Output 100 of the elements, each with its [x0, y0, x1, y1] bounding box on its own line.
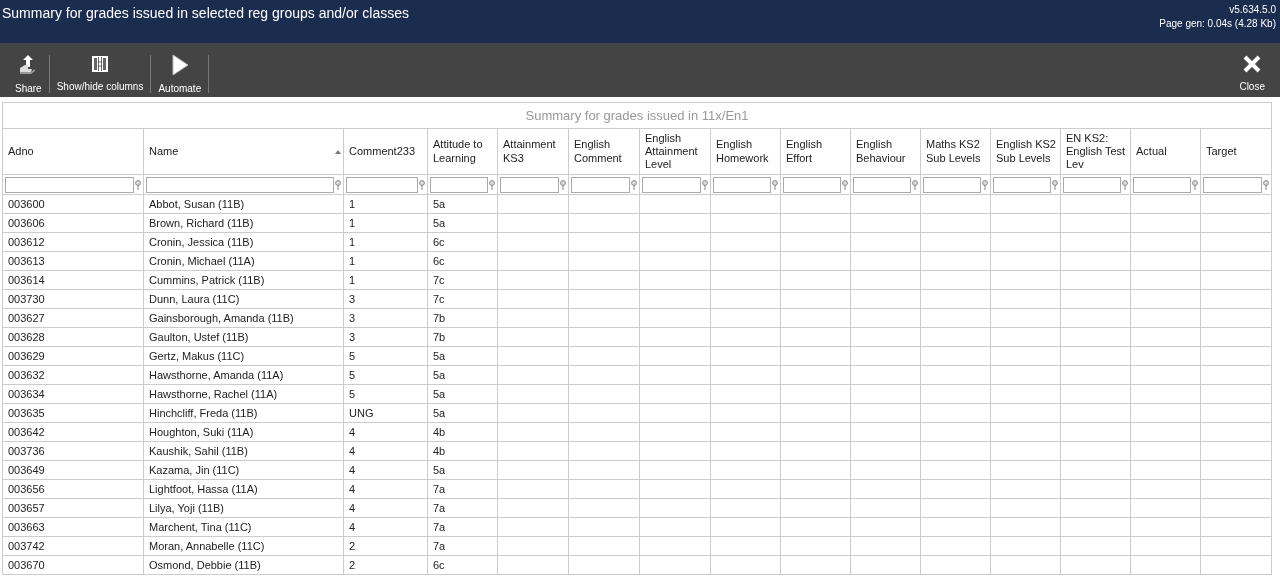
- filter-icon[interactable]: [489, 179, 495, 190]
- table-cell: 5a: [427, 346, 498, 366]
- table-cell: 5: [343, 384, 428, 404]
- table-cell: 6c: [427, 555, 498, 575]
- table-cell: 1: [343, 213, 428, 233]
- filter-icon[interactable]: [702, 179, 708, 190]
- filter-field[interactable]: [500, 176, 559, 193]
- table-cell: 4: [343, 441, 428, 461]
- filter-icon[interactable]: [912, 179, 918, 190]
- column-header[interactable]: Target: [1206, 144, 1237, 159]
- filter-icon[interactable]: [135, 179, 141, 190]
- table-cell: Hinchcliff, Freda (11B): [143, 403, 344, 423]
- filter-field[interactable]: [713, 176, 771, 193]
- table-cell: 4: [343, 422, 428, 442]
- toolbar-button[interactable]: Share: [8, 50, 49, 90]
- filter-icon[interactable]: [1122, 179, 1128, 190]
- table-cell: Cummins, Patrick (11B): [143, 270, 344, 290]
- filter-field[interactable]: [783, 176, 841, 193]
- table-cell: 4: [343, 517, 428, 537]
- table-cell: 5a: [427, 403, 498, 423]
- table-cell: 7b: [427, 308, 498, 328]
- version-text: v5.634.5.0: [1228, 3, 1276, 17]
- table-cell: 3: [343, 308, 428, 328]
- column-header[interactable]: Name: [149, 144, 179, 159]
- filter-icon[interactable]: [1052, 179, 1058, 190]
- column-header[interactable]: Adno: [8, 144, 34, 159]
- table-cell: Gainsborough, Amanda (11B): [143, 308, 344, 328]
- table-cell: Brown, Richard (11B): [143, 213, 344, 233]
- table-cell: Osmond, Debbie (11B): [143, 555, 344, 575]
- filter-icon[interactable]: [419, 179, 425, 190]
- filter-field[interactable]: [1133, 176, 1191, 193]
- table-cell: 003656: [2, 479, 144, 499]
- table-cell: 003657: [2, 498, 144, 518]
- filter-icon[interactable]: [560, 179, 566, 190]
- table-cell: 003635: [2, 403, 144, 423]
- table-cell: 003628: [2, 327, 144, 347]
- filter-field[interactable]: [146, 176, 334, 193]
- close-icon: [1242, 54, 1263, 74]
- filter-field[interactable]: [571, 176, 630, 193]
- table-cell: 6c: [427, 232, 498, 252]
- filter-field[interactable]: [430, 176, 488, 193]
- filter-icon[interactable]: [982, 179, 988, 190]
- filter-field[interactable]: [5, 176, 134, 193]
- table-cell: 003629: [2, 346, 144, 366]
- table-cell: Lilya, Yoji (11B): [143, 498, 344, 518]
- table-cell: 4: [343, 498, 428, 518]
- table-cell: 7a: [427, 536, 498, 556]
- table-cell: Hawsthorne, Amanda (11A): [143, 365, 344, 385]
- filter-icon[interactable]: [1192, 179, 1198, 190]
- table-cell: 5a: [427, 460, 498, 480]
- table-cell: 5a: [427, 194, 498, 214]
- table-cell: 003670: [2, 555, 144, 575]
- table-cell: 003612: [2, 232, 144, 252]
- table-cell: 003642: [2, 422, 144, 442]
- table-cell: 003736: [2, 441, 144, 461]
- table-cell: 003663: [2, 517, 144, 537]
- filter-icon[interactable]: [842, 179, 848, 190]
- filter-field[interactable]: [346, 176, 418, 193]
- table-cell: 4b: [427, 441, 498, 461]
- table-cell: 5a: [427, 365, 498, 385]
- close-button[interactable]: Close: [1232, 50, 1272, 90]
- table-cell: Kazama, Jin (11C): [143, 460, 344, 480]
- table-cell: Abbot, Susan (11B): [143, 194, 344, 214]
- table-cell: 7c: [427, 270, 498, 290]
- filter-icon[interactable]: [631, 179, 637, 190]
- filter-icon[interactable]: [1263, 179, 1270, 190]
- table-cell: Lightfoot, Hassa (11A): [143, 479, 344, 499]
- table-cell: 1: [343, 270, 428, 290]
- table-cell: Dunn, Laura (11C): [143, 289, 344, 309]
- table-cell: 5a: [427, 384, 498, 404]
- table-cell: 3: [343, 327, 428, 347]
- table-cell: Kaushik, Sahil (11B): [143, 441, 344, 461]
- table-cell: Gertz, Makus (11C): [143, 346, 344, 366]
- table-cell: Houghton, Suki (11A): [143, 422, 344, 442]
- filter-icon[interactable]: [772, 179, 778, 190]
- table-cell: 1: [343, 251, 428, 271]
- table-cell: 003632: [2, 365, 144, 385]
- table-cell: 4: [343, 460, 428, 480]
- filter-field[interactable]: [642, 176, 701, 193]
- toolbar-button[interactable]: Automate: [151, 50, 209, 90]
- table-cell: 5: [343, 346, 428, 366]
- table-cell: 2: [343, 555, 428, 575]
- filter-icon[interactable]: [335, 179, 341, 190]
- filter-field[interactable]: [993, 176, 1051, 193]
- table-caption: Summary for grades issued in 11x/En1: [2, 102, 1272, 129]
- filter-field[interactable]: [1203, 176, 1263, 193]
- filter-field[interactable]: [1063, 176, 1121, 193]
- filter-field[interactable]: [853, 176, 911, 193]
- table-cell: 1: [343, 194, 428, 214]
- table-cell: 7c: [427, 289, 498, 309]
- table-cell: Cronin, Michael (11A): [143, 251, 344, 271]
- column-header[interactable]: Actual: [1136, 144, 1167, 159]
- columns-icon: [90, 54, 111, 74]
- toolbar-button[interactable]: Show/hide columns: [49, 50, 151, 90]
- table-cell: 003627: [2, 308, 144, 328]
- filter-field[interactable]: [923, 176, 981, 193]
- table-cell: 3: [343, 289, 428, 309]
- table-cell: 7b: [427, 327, 498, 347]
- page-gen-text: Page gen: 0.04s (4.28 Kb): [1159, 16, 1276, 30]
- table-cell: 7a: [427, 498, 498, 518]
